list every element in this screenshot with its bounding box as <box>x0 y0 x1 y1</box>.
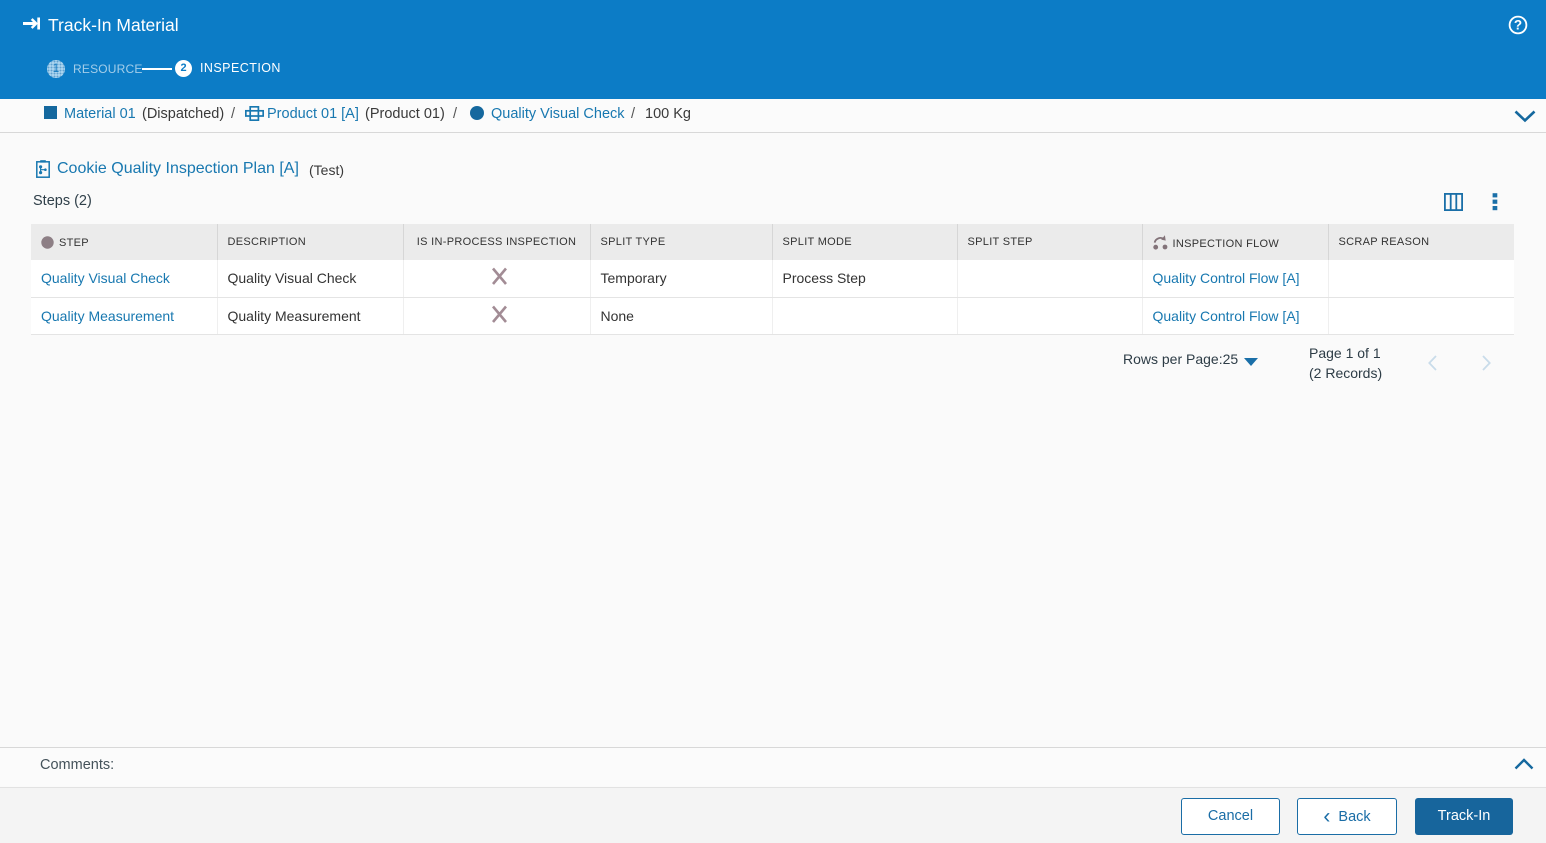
svg-text:?: ? <box>1514 18 1522 33</box>
